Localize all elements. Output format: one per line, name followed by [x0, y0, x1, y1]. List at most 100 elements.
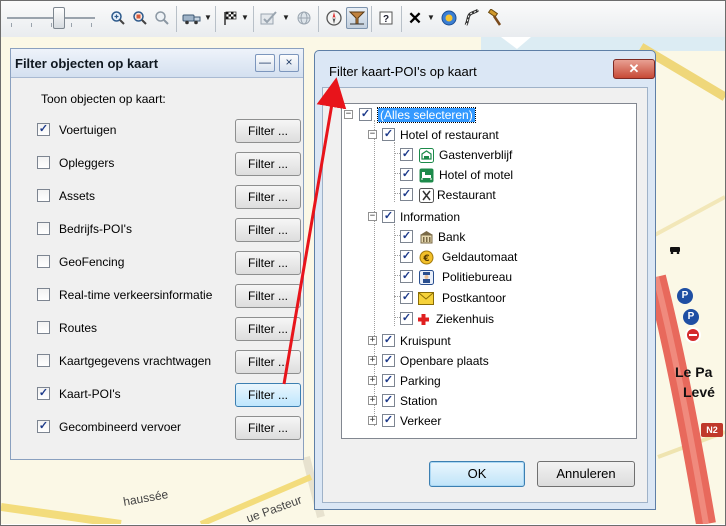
tree-checkbox[interactable]: ✓: [382, 128, 395, 141]
vehicle-icon[interactable]: [181, 7, 203, 29]
cancel-button[interactable]: Annuleren: [537, 461, 635, 487]
row-label: GeoFencing: [59, 255, 125, 269]
tree-node-postkantoor[interactable]: ✓ Postkantoor: [400, 289, 630, 307]
zoom-slider-track[interactable]: [7, 17, 95, 19]
checkbox-geofencing[interactable]: [37, 255, 50, 268]
tree-node-kruispunt[interactable]: + ✓ Kruispunt: [364, 332, 634, 350]
poi-tree[interactable]: − ✓ (Alles selecteren) − ✓ Hotel of rest…: [341, 103, 637, 439]
globe-icon[interactable]: [293, 7, 315, 29]
filter-button-opleggers[interactable]: Filter ...: [235, 152, 301, 176]
zoom-in-icon[interactable]: [107, 7, 129, 29]
filter-button-bedrijfs-pois[interactable]: Filter ...: [235, 218, 301, 242]
checkered-flag-icon[interactable]: [219, 7, 241, 29]
chevron-down-icon[interactable]: ▼: [282, 13, 290, 22]
tree-node-station[interactable]: + ✓ Station: [364, 392, 634, 410]
tree-node-verkeer[interactable]: + ✓ Verkeer: [364, 412, 634, 430]
tree-label: Information: [400, 210, 461, 224]
tree-checkbox[interactable]: ✓: [382, 354, 395, 367]
parking-poi-icon[interactable]: P: [677, 288, 693, 304]
dialog-close-button[interactable]: ✕: [613, 59, 655, 79]
toolbar-separator: [318, 6, 319, 32]
zoom-slider-thumb[interactable]: [53, 7, 65, 29]
tree-checkbox[interactable]: ✓: [382, 374, 395, 387]
tree-node-restaurant[interactable]: ✓ Restaurant: [400, 186, 630, 204]
tree-node-bank[interactable]: ✓ Bank: [400, 228, 630, 246]
filter-button-geofencing[interactable]: Filter ...: [235, 251, 301, 275]
expand-icon[interactable]: +: [368, 356, 377, 365]
checkbox-kaart-pois[interactable]: ✓: [37, 387, 50, 400]
tree-node-root[interactable]: − ✓ (Alles selecteren): [344, 106, 634, 124]
tree-checkbox[interactable]: ✓: [359, 108, 372, 121]
collapse-icon[interactable]: −: [344, 110, 353, 119]
filter-button-gecombineerd-vervoer[interactable]: Filter ...: [235, 416, 301, 440]
tree-checkbox[interactable]: ✓: [382, 414, 395, 427]
chevron-down-icon[interactable]: ▼: [427, 13, 435, 22]
tree-node-gastenverblijf[interactable]: ✓ Gastenverblijf: [400, 146, 630, 164]
checkbox-routes[interactable]: [37, 321, 50, 334]
tree-node-ziekenhuis[interactable]: ✓ Ziekenhuis: [400, 310, 630, 328]
filter-button-routes[interactable]: Filter ...: [235, 317, 301, 341]
filter-row-voertuigen: ✓ Voertuigen Filter ...: [37, 119, 307, 143]
zoom-out-icon[interactable]: [151, 7, 173, 29]
checkbox-voertuigen[interactable]: ✓: [37, 123, 50, 136]
close-panel-button[interactable]: ×: [279, 54, 299, 72]
filter-button-voertuigen[interactable]: Filter ...: [235, 119, 301, 143]
tree-node-politiebureau[interactable]: ✓ Politiebureau: [400, 268, 630, 286]
no-entry-icon[interactable]: [685, 327, 701, 343]
tree-node-information[interactable]: − ✓ Information: [364, 208, 634, 226]
tree-checkbox[interactable]: ✓: [400, 270, 413, 283]
filter-button-kaart-pois[interactable]: Filter ...: [235, 383, 301, 407]
expand-icon[interactable]: +: [368, 396, 377, 405]
road-number-badge: N2: [701, 423, 723, 437]
minimize-button[interactable]: —: [255, 54, 275, 72]
tree-label-select-all[interactable]: (Alles selecteren): [377, 107, 476, 123]
tree-checkbox[interactable]: ✓: [400, 291, 413, 304]
hammer-icon[interactable]: [484, 7, 506, 29]
filter-button-kaartgegevens[interactable]: Filter ...: [235, 350, 301, 374]
tree-node-hotel-restaurant[interactable]: − ✓ Hotel of restaurant: [364, 126, 634, 144]
zoom-area-icon[interactable]: [129, 7, 151, 29]
checkbox-opleggers[interactable]: [37, 156, 50, 169]
route-icon[interactable]: [461, 7, 483, 29]
checkmark-tool-icon[interactable]: [258, 7, 280, 29]
row-label: Real-time verkeersinformatie: [59, 288, 213, 302]
tree-node-parking[interactable]: + ✓ Parking: [364, 372, 634, 390]
tree-label: Politiebureau: [442, 270, 513, 284]
tree-node-hotel-motel[interactable]: ✓ Hotel of motel: [400, 166, 630, 184]
tree-checkbox[interactable]: ✓: [400, 148, 413, 161]
ok-button[interactable]: OK: [429, 461, 525, 487]
info-icon[interactable]: [438, 7, 460, 29]
collapse-icon[interactable]: −: [368, 212, 377, 221]
car-poi-icon[interactable]: [669, 243, 681, 255]
svg-text:€: €: [422, 254, 429, 264]
tree-checkbox[interactable]: ✓: [382, 394, 395, 407]
tree-checkbox[interactable]: ✓: [400, 312, 413, 325]
chevron-down-icon[interactable]: ▼: [204, 13, 212, 22]
tree-checkbox[interactable]: ✓: [400, 168, 413, 181]
expand-icon[interactable]: +: [368, 336, 377, 345]
collapse-icon[interactable]: −: [368, 130, 377, 139]
expand-icon[interactable]: +: [368, 376, 377, 385]
checkbox-gecombineerd-vervoer[interactable]: ✓: [37, 420, 50, 433]
tree-label: Verkeer: [400, 414, 442, 428]
tree-checkbox[interactable]: ✓: [382, 334, 395, 347]
tree-checkbox[interactable]: ✓: [400, 188, 413, 201]
expand-icon[interactable]: +: [368, 416, 377, 425]
tree-node-openbare-plaats[interactable]: + ✓ Openbare plaats: [364, 352, 634, 370]
checkbox-kaartgegevens[interactable]: [37, 354, 50, 367]
checkbox-assets[interactable]: [37, 189, 50, 202]
tree-checkbox[interactable]: ✓: [400, 230, 413, 243]
parking-poi-icon[interactable]: P: [683, 309, 699, 325]
tree-node-geldautomaat[interactable]: ✓ € Geldautomaat: [400, 248, 630, 266]
filter-button-assets[interactable]: Filter ...: [235, 185, 301, 209]
chevron-down-icon[interactable]: ▼: [241, 13, 249, 22]
filter-button-verkeersinformatie[interactable]: Filter ...: [235, 284, 301, 308]
tree-checkbox[interactable]: ✓: [382, 210, 395, 223]
filter-icon[interactable]: [346, 7, 368, 29]
close-x-icon[interactable]: ✕: [404, 7, 426, 29]
checkbox-bedrijfs-pois[interactable]: [37, 222, 50, 235]
help-icon[interactable]: ?: [376, 7, 398, 29]
checkbox-verkeersinformatie[interactable]: [37, 288, 50, 301]
tree-checkbox[interactable]: ✓: [400, 250, 413, 263]
compass-icon[interactable]: [323, 7, 345, 29]
